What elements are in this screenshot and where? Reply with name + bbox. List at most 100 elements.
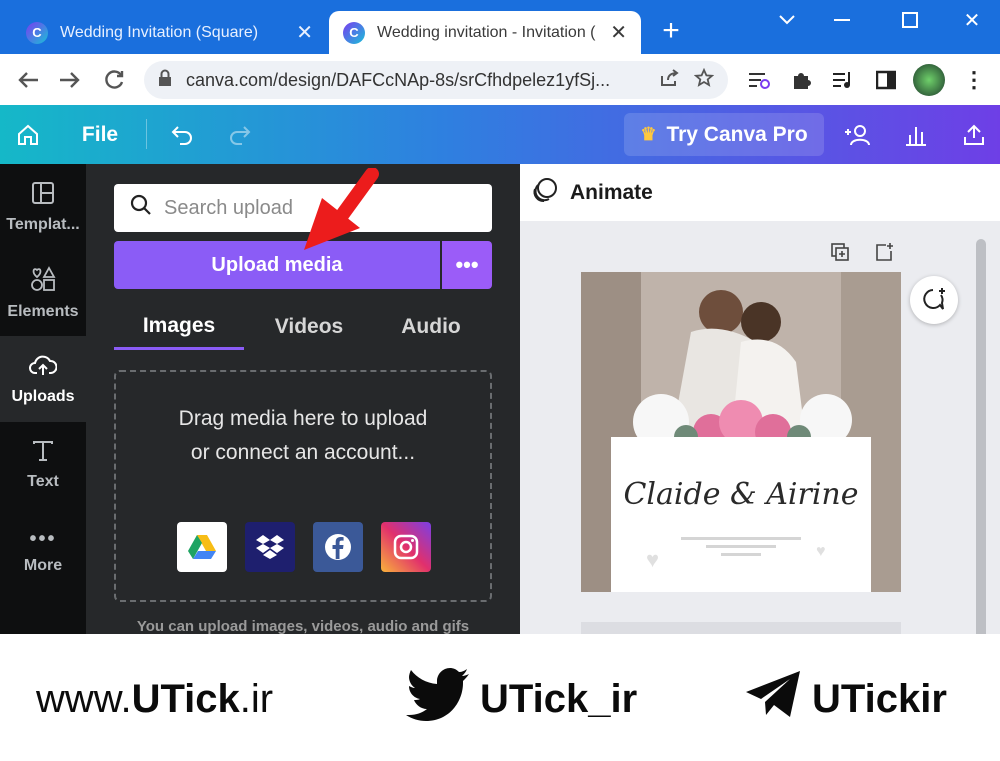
browser-tab-2[interactable]: C Wedding invitation - Invitation ( ✕ xyxy=(329,11,641,54)
upload-hint-text: You can upload images, videos, audio and… xyxy=(136,618,470,634)
rail-more-label: More xyxy=(23,556,63,574)
upload-options-button[interactable]: ••• xyxy=(442,241,492,289)
website-brand: UTick xyxy=(131,676,240,721)
canva-side-rail: Templat... Elements Uploads Text ••• Mor… xyxy=(0,164,86,634)
media-playlist-icon[interactable] xyxy=(829,66,857,94)
drop-zone-text: Drag media here to upload or connect an … xyxy=(178,407,428,464)
scrollbar-thumb[interactable] xyxy=(976,239,986,639)
heart-icon: ♥ xyxy=(646,547,660,572)
home-icon[interactable] xyxy=(10,105,46,164)
new-tab-icon[interactable]: + xyxy=(654,14,688,48)
browser-tab-1[interactable]: C Wedding Invitation (Square) ✕ xyxy=(12,11,327,54)
puzzle-extensions-icon[interactable] xyxy=(787,66,815,94)
rail-text[interactable]: Text xyxy=(0,422,86,508)
telegram-watermark: UTickir xyxy=(744,671,947,724)
dropbox-icon[interactable] xyxy=(245,522,295,572)
forward-icon[interactable] xyxy=(56,66,84,94)
tab-close-icon[interactable]: ✕ xyxy=(296,20,313,45)
add-comment-button[interactable] xyxy=(910,276,958,324)
heart-icon: ♥ xyxy=(816,543,826,560)
website-prefix: www. xyxy=(36,676,132,721)
export-upload-icon[interactable] xyxy=(956,105,992,164)
screen: C Wedding Invitation (Square) ✕ C Weddin… xyxy=(0,0,1000,761)
profile-avatar[interactable] xyxy=(913,64,945,96)
file-menu[interactable]: File xyxy=(70,105,130,164)
invite-line xyxy=(681,537,801,540)
upload-media-button[interactable]: Upload media xyxy=(114,241,440,289)
rail-elements[interactable]: Elements xyxy=(0,250,86,336)
tab-search-icon[interactable] xyxy=(765,6,809,34)
rail-elements-label: Elements xyxy=(7,302,79,320)
url-text: canva.com/design/DAFCcNAp-8s/srCfhdpelez… xyxy=(186,69,611,90)
canvas-area: Animate Claide & Airine ♥ ♥ xyxy=(520,164,1000,639)
try-canva-pro-label: Try Canva Pro xyxy=(666,122,808,146)
canva-favicon-icon: C xyxy=(26,21,48,44)
telegram-icon xyxy=(744,669,802,729)
maximize-icon[interactable] xyxy=(888,6,932,34)
pointer-arrow-annotation xyxy=(304,168,379,250)
editor-toolbar: Animate xyxy=(520,164,1000,221)
header-divider xyxy=(146,119,147,149)
uploads-icon xyxy=(29,353,58,382)
rail-uploads-label: Uploads xyxy=(11,387,75,405)
instagram-icon[interactable] xyxy=(381,522,431,572)
lock-icon xyxy=(158,69,172,92)
try-canva-pro-button[interactable]: ♛ Try Canva Pro xyxy=(624,113,824,156)
tab-close-icon[interactable]: ✕ xyxy=(610,20,627,45)
side-panel-icon[interactable] xyxy=(872,66,900,94)
extension-icon[interactable] xyxy=(745,66,773,94)
facebook-icon[interactable] xyxy=(313,522,363,572)
rail-more[interactable]: ••• More xyxy=(0,508,86,594)
share-icon[interactable] xyxy=(660,68,680,92)
google-drive-icon[interactable] xyxy=(177,522,227,572)
canva-header: File ♛ Try Canva Pro xyxy=(0,105,1000,164)
add-page-icon[interactable] xyxy=(872,240,896,264)
elements-icon xyxy=(30,265,56,297)
reload-icon[interactable] xyxy=(100,66,128,94)
browser-tab-bar: C Wedding Invitation (Square) ✕ C Weddin… xyxy=(0,0,1000,54)
twitter-handle: UTick_ir xyxy=(480,676,638,721)
bookmark-star-icon[interactable] xyxy=(693,67,715,93)
twitter-watermark: UTick_ir xyxy=(406,668,638,724)
address-bar[interactable]: canva.com/design/DAFCcNAp-8s/srCfhdpelez… xyxy=(144,61,728,99)
website-watermark: www. UTick .ir xyxy=(36,674,273,724)
invite-line xyxy=(706,545,776,548)
duplicate-page-icon[interactable] xyxy=(828,240,852,264)
text-icon xyxy=(32,440,54,467)
tab-title: Wedding Invitation (Square) xyxy=(60,23,259,41)
redo-icon[interactable] xyxy=(224,105,256,164)
search-placeholder: Search upload xyxy=(164,196,293,219)
more-icon: ••• xyxy=(29,527,57,550)
animate-button[interactable]: Animate xyxy=(570,181,653,205)
canva-favicon-icon: C xyxy=(343,21,365,44)
close-window-icon[interactable]: ✕ xyxy=(950,6,994,34)
search-icon xyxy=(130,194,152,222)
invitation-card: Claide & Airine ♥ ♥ xyxy=(611,437,871,592)
animate-icon xyxy=(532,177,558,209)
media-drop-zone[interactable]: Drag media here to upload or connect an … xyxy=(114,370,492,602)
canvas-scrollbar[interactable] xyxy=(974,229,988,639)
tab-images[interactable]: Images xyxy=(114,304,244,350)
browser-toolbar: canva.com/design/DAFCcNAp-8s/srCfhdpelez… xyxy=(0,54,1000,105)
insights-chart-icon[interactable] xyxy=(898,105,934,164)
rail-text-label: Text xyxy=(27,472,59,490)
watermark-footer: www. UTick .ir UTick_ir UTickir xyxy=(0,634,1000,761)
tab-audio[interactable]: Audio xyxy=(370,304,492,350)
share-people-icon[interactable] xyxy=(840,105,876,164)
browser-menu-icon[interactable]: ⋮ xyxy=(960,66,988,94)
rail-uploads[interactable]: Uploads xyxy=(0,336,86,422)
website-suffix: .ir xyxy=(239,676,274,721)
rail-templates[interactable]: Templat... xyxy=(0,164,86,250)
design-canvas[interactable]: Claide & Airine ♥ ♥ xyxy=(581,272,901,592)
telegram-handle: UTickir xyxy=(812,676,947,721)
invite-line xyxy=(721,553,761,556)
twitter-icon xyxy=(406,667,470,731)
back-icon[interactable] xyxy=(14,66,42,94)
rail-templates-label: Templat... xyxy=(6,215,80,233)
couple-names: Claide & Airine xyxy=(623,477,859,512)
undo-icon[interactable] xyxy=(166,105,198,164)
minimize-icon[interactable] xyxy=(820,6,864,34)
tab-title: Wedding invitation - Invitation ( xyxy=(377,23,596,41)
crown-icon: ♛ xyxy=(640,124,657,144)
tab-videos[interactable]: Videos xyxy=(244,304,374,350)
